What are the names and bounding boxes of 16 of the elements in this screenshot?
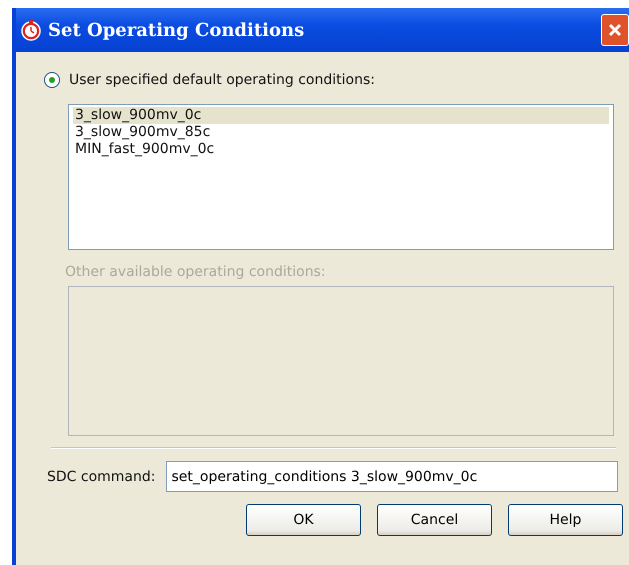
sdc-command-field[interactable]: set_operating_conditions 3_slow_900mv_0c — [166, 461, 618, 492]
close-button[interactable] — [601, 14, 629, 46]
stopwatch-icon — [20, 19, 42, 41]
conditions-list[interactable]: 3_slow_900mv_0c 3_slow_900mv_85c MIN_fast_900mv_0c — [68, 104, 614, 250]
close-icon — [607, 22, 623, 38]
field-label: SDC command: — [47, 468, 156, 484]
list-item[interactable]: 3_slow_900mv_0c — [73, 107, 609, 124]
list-label: Other available operating conditions: — [65, 264, 327, 280]
help-button[interactable]: Help — [508, 504, 623, 536]
list-item[interactable]: MIN_fast_900mv_0c — [73, 141, 609, 158]
cancel-button[interactable]: Cancel — [377, 504, 492, 536]
radio-button[interactable] — [44, 72, 60, 88]
list-item[interactable]: 3_slow_900mv_85c — [73, 124, 609, 141]
ok-button[interactable]: OK — [246, 504, 361, 536]
window-title: Set Operating Conditions — [48, 20, 304, 40]
radio-label: User specified default operating conditions: — [69, 72, 375, 88]
